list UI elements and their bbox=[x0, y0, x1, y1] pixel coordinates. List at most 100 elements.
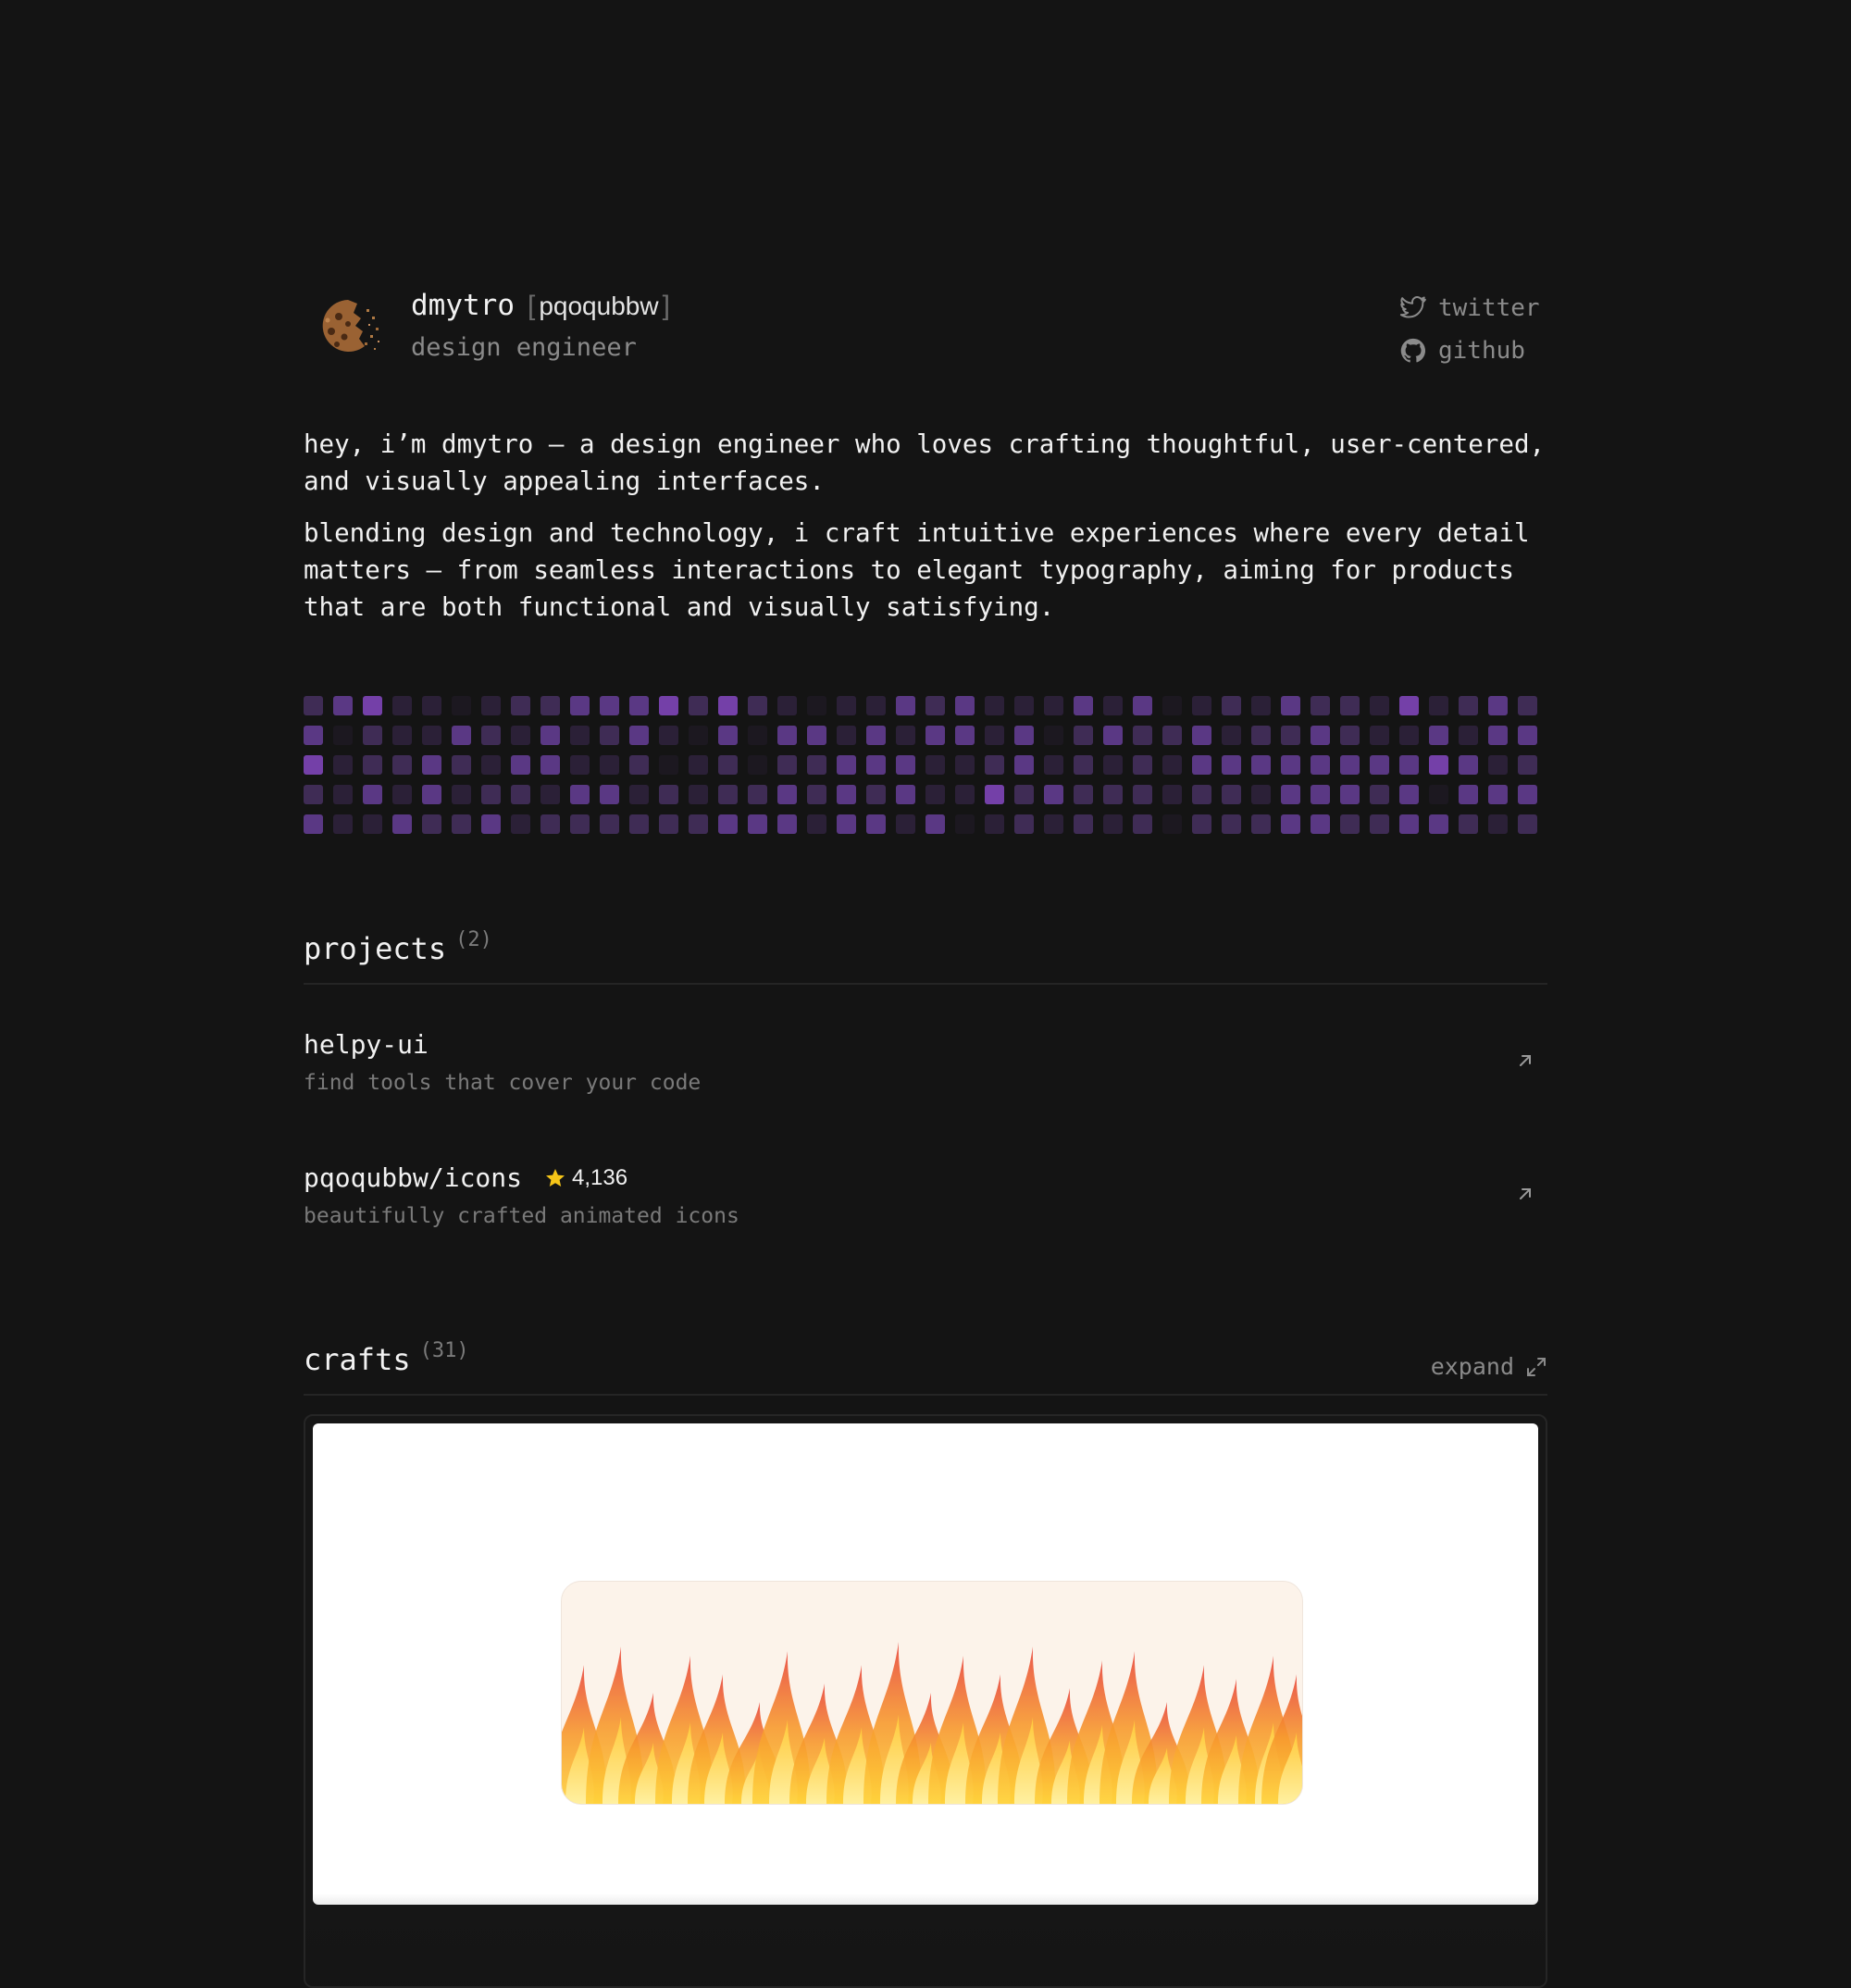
activity-cell bbox=[896, 785, 915, 804]
activity-cell bbox=[422, 726, 441, 745]
activity-cell bbox=[511, 755, 530, 775]
activity-cell bbox=[866, 696, 886, 715]
activity-cell bbox=[718, 696, 738, 715]
activity-cell bbox=[570, 755, 590, 775]
activity-cell bbox=[689, 785, 708, 804]
activity-cell bbox=[985, 726, 1004, 745]
activity-cell bbox=[1518, 814, 1537, 834]
activity-cell bbox=[807, 785, 826, 804]
activity-cell bbox=[481, 726, 501, 745]
activity-cell bbox=[452, 814, 471, 834]
activity-cell bbox=[481, 696, 501, 715]
star-icon bbox=[546, 1168, 565, 1187]
activity-cell bbox=[837, 696, 856, 715]
activity-cell bbox=[1399, 696, 1419, 715]
activity-cell bbox=[1133, 785, 1152, 804]
activity-cell bbox=[1340, 696, 1360, 715]
activity-cell bbox=[600, 755, 619, 775]
activity-cell bbox=[1251, 814, 1271, 834]
activity-cell bbox=[1251, 755, 1271, 775]
activity-cell bbox=[1340, 726, 1360, 745]
activity-cell bbox=[1162, 726, 1182, 745]
project-item[interactable]: helpy-ui find tools that cover your code bbox=[304, 985, 1547, 1118]
activity-cell bbox=[926, 785, 945, 804]
crafts-count: (31) bbox=[419, 1339, 469, 1362]
activity-cell bbox=[1281, 755, 1300, 775]
twitter-link[interactable]: twitter bbox=[1399, 287, 1547, 329]
activity-cell bbox=[333, 726, 353, 745]
activity-cell bbox=[1074, 726, 1093, 745]
activity-cell bbox=[363, 814, 382, 834]
activity-cell bbox=[1192, 726, 1211, 745]
activity-cell bbox=[955, 726, 975, 745]
activity-cell bbox=[659, 755, 678, 775]
activity-cell bbox=[629, 755, 649, 775]
activity-cell bbox=[777, 785, 797, 804]
projects-title: projects bbox=[304, 931, 447, 966]
activity-cell bbox=[1222, 755, 1241, 775]
github-link[interactable]: github bbox=[1399, 329, 1547, 372]
project-name: helpy-ui bbox=[304, 1029, 429, 1060]
fire-demo bbox=[561, 1581, 1303, 1805]
activity-cell bbox=[659, 726, 678, 745]
activity-cell bbox=[422, 814, 441, 834]
project-item[interactable]: pqoqubbw/icons 4,136 beautifully crafted… bbox=[304, 1118, 1547, 1251]
activity-cell bbox=[866, 785, 886, 804]
activity-cell bbox=[1370, 755, 1389, 775]
activity-cell bbox=[363, 726, 382, 745]
activity-cell bbox=[1074, 755, 1093, 775]
bio-paragraph: blending design and technology, i craft … bbox=[304, 518, 1530, 622]
activity-cell bbox=[1044, 696, 1063, 715]
star-count: 4,136 bbox=[544, 1165, 627, 1191]
profile-header: dmytro [pqoqubbw] design engineer twitter… bbox=[304, 278, 1547, 379]
activity-cell bbox=[748, 785, 767, 804]
activity-cell bbox=[1488, 785, 1508, 804]
arrow-up-right-icon[interactable] bbox=[1514, 1050, 1536, 1072]
activity-cell bbox=[689, 814, 708, 834]
activity-cell bbox=[1014, 696, 1034, 715]
activity-cell bbox=[1370, 814, 1389, 834]
activity-cell bbox=[1103, 755, 1123, 775]
activity-cell bbox=[570, 785, 590, 804]
activity-cell bbox=[392, 726, 412, 745]
expand-icon bbox=[1527, 1357, 1546, 1376]
activity-cell bbox=[363, 696, 382, 715]
activity-cell bbox=[837, 755, 856, 775]
activity-cell bbox=[629, 696, 649, 715]
activity-cell bbox=[1311, 755, 1330, 775]
activity-cell bbox=[481, 785, 501, 804]
activity-cell bbox=[896, 726, 915, 745]
activity-cell bbox=[777, 696, 797, 715]
arrow-up-right-icon[interactable] bbox=[1514, 1183, 1536, 1205]
activity-cell bbox=[1429, 755, 1448, 775]
social-links: twitter github bbox=[1399, 287, 1547, 372]
activity-cell bbox=[392, 755, 412, 775]
activity-cell bbox=[866, 814, 886, 834]
activity-cell bbox=[422, 755, 441, 775]
craft-preview-card[interactable] bbox=[304, 1414, 1547, 1988]
name-line: dmytro [pqoqubbw] bbox=[411, 287, 670, 325]
activity-cell bbox=[1281, 814, 1300, 834]
activity-cell bbox=[955, 696, 975, 715]
activity-cell bbox=[1103, 785, 1123, 804]
project-title-row: pqoqubbw/icons 4,136 bbox=[304, 1162, 627, 1193]
expand-button[interactable]: expand bbox=[1431, 1353, 1547, 1380]
activity-cell bbox=[689, 696, 708, 715]
activity-cell bbox=[600, 785, 619, 804]
activity-cell bbox=[1192, 785, 1211, 804]
activity-cell bbox=[1518, 726, 1537, 745]
activity-cell bbox=[1488, 726, 1508, 745]
activity-cell bbox=[1162, 696, 1182, 715]
activity-cell bbox=[1459, 755, 1478, 775]
activity-cell bbox=[1518, 755, 1537, 775]
activity-cell bbox=[659, 814, 678, 834]
activity-cell bbox=[1103, 814, 1123, 834]
activity-grid bbox=[304, 696, 1547, 840]
activity-cell bbox=[1074, 785, 1093, 804]
activity-cell bbox=[392, 814, 412, 834]
github-label: github bbox=[1438, 337, 1525, 365]
activity-cell bbox=[1103, 696, 1123, 715]
activity-cell bbox=[718, 814, 738, 834]
activity-cell bbox=[896, 696, 915, 715]
star-count-value: 4,136 bbox=[572, 1164, 628, 1190]
